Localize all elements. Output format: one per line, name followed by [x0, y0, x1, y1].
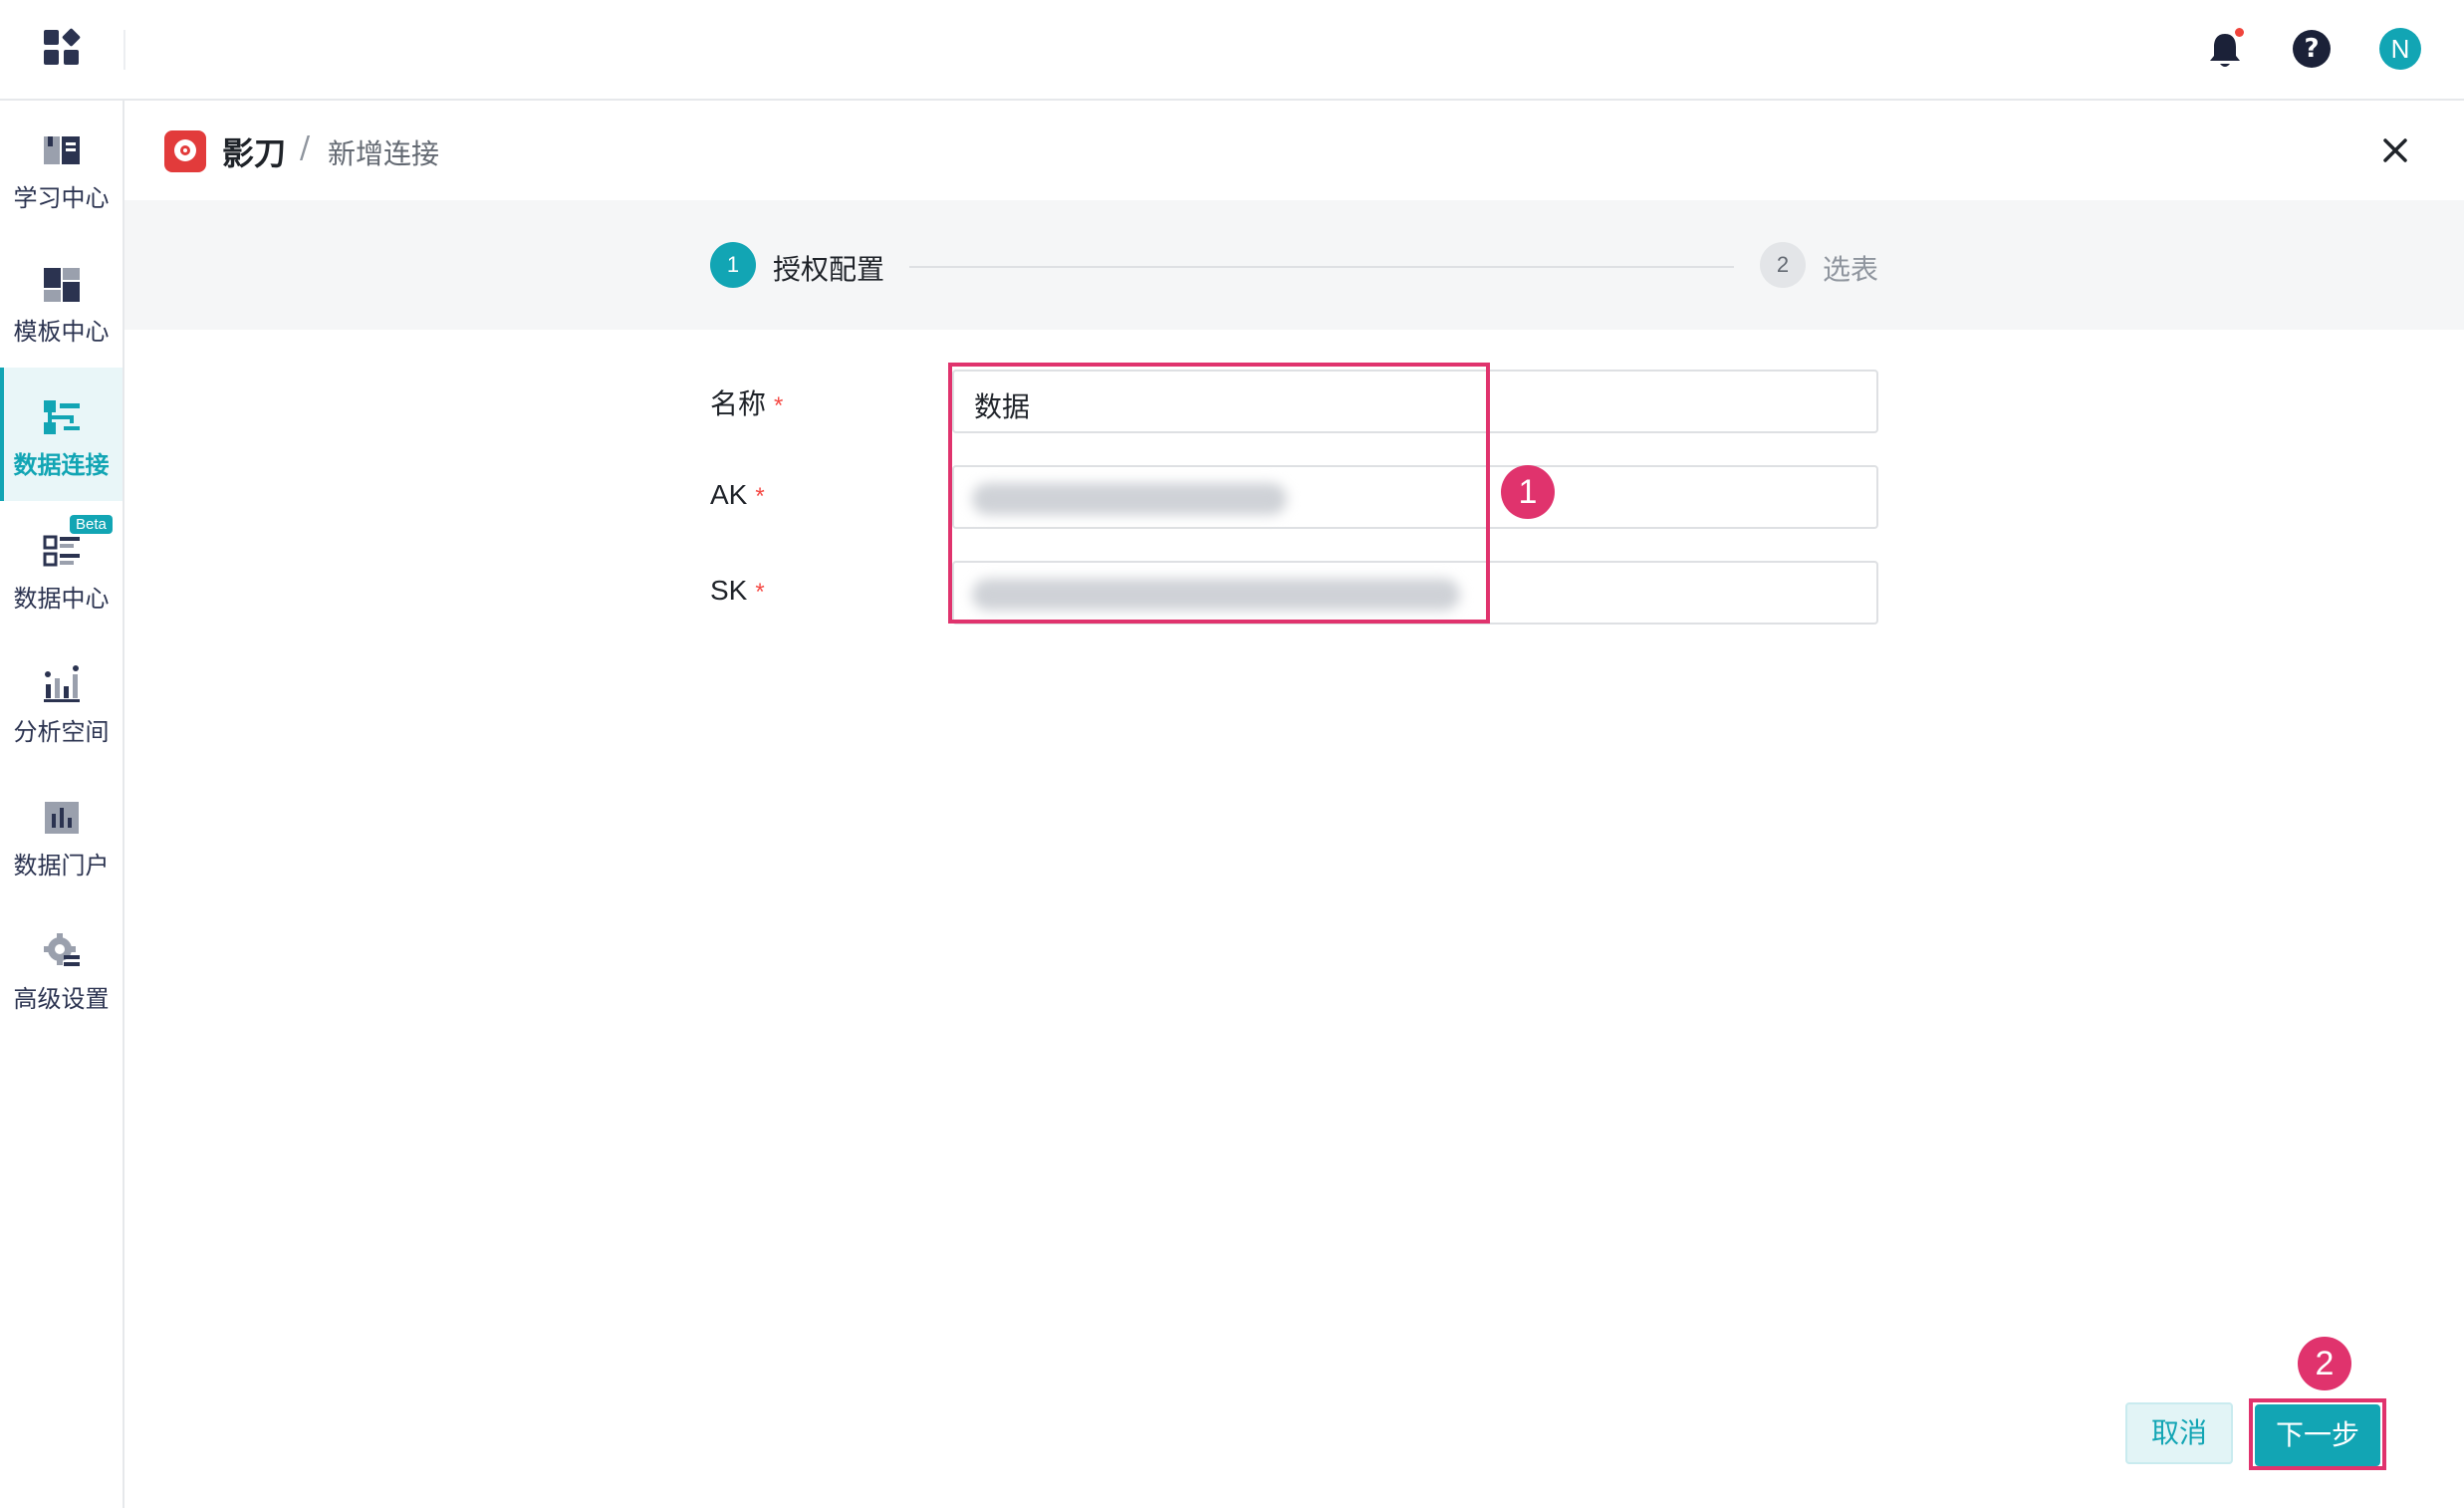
step-1-number: 1 [710, 242, 756, 288]
portal-icon [42, 798, 82, 838]
brand-logo-icon [164, 130, 206, 172]
bell-icon[interactable] [2205, 28, 2245, 72]
sidebar-item-data-connection[interactable]: 数据连接 [0, 368, 123, 501]
annotation-badge-2: 2 [2298, 1337, 2351, 1390]
steps-bar: 1 授权配置 2 选表 [124, 200, 2464, 330]
ak-label: AK * [710, 479, 765, 510]
book-icon [42, 130, 82, 170]
analysis-icon [42, 664, 82, 704]
settings-icon [42, 931, 82, 971]
top-bar: ? N [0, 0, 2464, 101]
data-connection-icon [42, 397, 82, 437]
breadcrumb-separator: / [300, 130, 311, 165]
apps-grid-icon[interactable] [44, 27, 82, 68]
divider [123, 30, 125, 70]
sidebar-item-label: 数据中心 [13, 585, 110, 613]
data-center-icon [42, 531, 82, 571]
avatar[interactable]: N [2379, 28, 2421, 70]
close-icon[interactable] [2373, 128, 2417, 172]
step-2-label: 选表 [1823, 253, 1879, 286]
name-label: 名称 * [710, 388, 784, 419]
sidebar-item-label: 高级设置 [13, 985, 110, 1013]
sidebar-item-label: 数据连接 [13, 451, 110, 479]
sidebar-item-label: 数据门户 [13, 852, 110, 880]
sidebar-item-analysis[interactable]: 分析空间 [0, 634, 123, 768]
breadcrumb-current: 新增连接 [328, 137, 440, 170]
help-icon[interactable]: ? [2293, 30, 2331, 68]
sidebar-item-templates[interactable]: 模板中心 [0, 234, 123, 368]
form-highlight-box [948, 363, 1490, 624]
sidebar-item-label: 学习中心 [13, 184, 110, 212]
sidebar-item-settings[interactable]: 高级设置 [0, 901, 123, 1035]
template-icon [42, 264, 82, 304]
brand-name[interactable]: 影刀 [222, 128, 286, 174]
sk-label: SK * [710, 575, 765, 606]
sidebar-item-portal[interactable]: 数据门户 [0, 768, 123, 901]
next-highlight-box [2249, 1398, 2386, 1470]
annotation-badge-1: 1 [1501, 465, 1555, 519]
step-2-number: 2 [1760, 242, 1806, 288]
sidebar: 学习中心 模板中心 数据连接 Beta 数据中心 分析空间 数据门户 高级设置 [0, 101, 124, 1508]
step-1-label: 授权配置 [773, 253, 885, 286]
page-header: 影刀 / 新增连接 [124, 101, 2464, 200]
step-connector [909, 266, 1734, 268]
notification-dot [2235, 28, 2244, 37]
sidebar-item-label: 分析空间 [13, 718, 110, 746]
cancel-button[interactable]: 取消 [2125, 1402, 2233, 1464]
sidebar-item-learning[interactable]: 学习中心 [0, 101, 123, 234]
sidebar-item-label: 模板中心 [13, 318, 110, 346]
sidebar-item-data-center[interactable]: Beta 数据中心 [0, 501, 123, 634]
